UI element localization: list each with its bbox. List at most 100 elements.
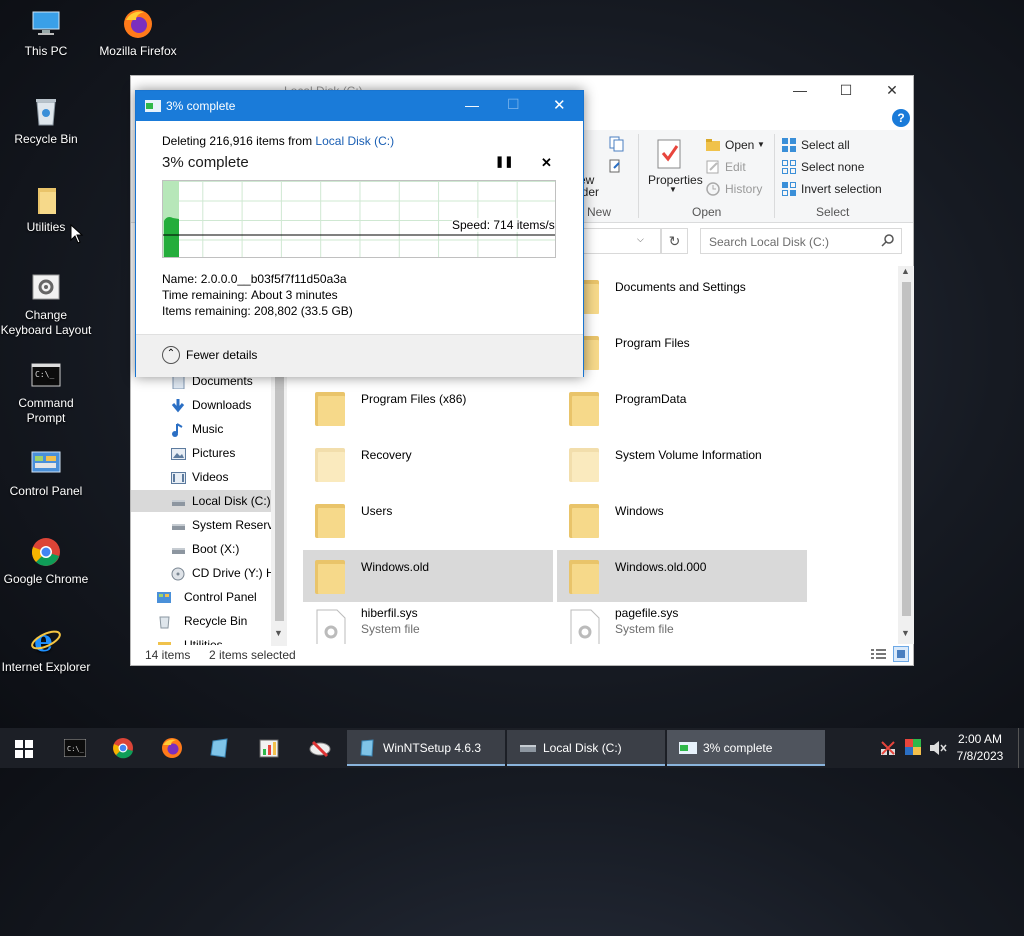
scroll-down-icon[interactable]: ▼: [901, 628, 910, 638]
display-settings-icon[interactable]: [905, 739, 921, 758]
search-box[interactable]: Search Local Disk (C:): [700, 228, 902, 254]
desktop-icon-this-pc[interactable]: This PC: [0, 8, 92, 59]
select-all-button[interactable]: Select all: [801, 138, 850, 152]
address-bar[interactable]: ⌵: [581, 228, 661, 254]
desktop-icon-change-keyboard-layout[interactable]: Change Keyboard Layout: [0, 272, 92, 338]
paste-shortcut-icon[interactable]: [609, 159, 631, 178]
file-item[interactable]: Users: [303, 494, 553, 546]
file-item[interactable]: ProgramData: [557, 382, 807, 434]
desktop-icon-label: Mozilla Firefox: [99, 44, 177, 58]
show-desktop-button[interactable]: [1018, 728, 1024, 768]
running-indicator: [507, 764, 665, 766]
taskbar-firefox[interactable]: [152, 730, 192, 766]
cancel-button[interactable]: ✕: [541, 155, 552, 171]
nav-item-recycle-bin[interactable]: Recycle Bin: [131, 610, 271, 632]
taskbar-chrome[interactable]: [103, 730, 143, 766]
clock-time: 2:00 AM: [957, 732, 1003, 746]
taskbar-command-prompt[interactable]: C:\_: [55, 730, 95, 766]
invert-selection-button[interactable]: Invert selection: [801, 182, 882, 196]
progress-graph: Speed: 714 items/s: [162, 180, 556, 258]
desktop-icon-firefox[interactable]: Mozilla Firefox: [92, 8, 184, 59]
dialog-minimize-button[interactable]: —: [465, 97, 479, 113]
large-icons-view-icon[interactable]: [893, 646, 909, 662]
desktop-icon-google-chrome[interactable]: Google Chrome: [0, 536, 92, 587]
chevron-up-icon: ⌃: [162, 346, 180, 364]
status-selected-count: 2 items selected: [209, 648, 296, 662]
close-icon: ✕: [541, 155, 552, 170]
nav-item-music[interactable]: Music: [131, 418, 271, 440]
deleting-target-link[interactable]: Local Disk (C:): [315, 134, 394, 148]
nav-item-boot-x[interactable]: Boot (X:): [131, 538, 271, 560]
folder-icon: [157, 638, 172, 645]
nav-item-pictures[interactable]: Pictures: [131, 442, 271, 464]
content-scrollbar-thumb[interactable]: [902, 282, 911, 616]
desktop-icon-label: Control Panel: [9, 484, 83, 498]
content-scrollbar[interactable]: ▲ ▼: [898, 266, 914, 644]
file-item-selected[interactable]: Windows.old.000: [557, 550, 807, 602]
svg-text:C:\_: C:\_: [67, 745, 85, 753]
nav-item-videos[interactable]: Videos: [131, 466, 271, 488]
file-item[interactable]: hiberfil.sys System file: [303, 602, 553, 644]
folder-icon: [569, 388, 601, 430]
nav-item-local-disk-c[interactable]: Local Disk (C:): [131, 490, 271, 512]
folder-icon: [315, 500, 347, 542]
details-view-icon[interactable]: [871, 648, 887, 663]
nav-item-system-reserved[interactable]: System Reserve: [131, 514, 271, 536]
start-button[interactable]: [0, 730, 48, 766]
desktop-icon-control-panel[interactable]: Control Panel: [0, 448, 92, 499]
history-button[interactable]: History: [725, 182, 762, 196]
chevron-down-icon[interactable]: ▼: [669, 185, 677, 194]
svg-text:C:\_: C:\_: [35, 370, 54, 379]
maximize-button[interactable]: ☐: [823, 76, 869, 104]
chevron-down-icon[interactable]: ⌵: [637, 234, 644, 245]
chevron-down-icon[interactable]: ▼: [757, 140, 765, 149]
nav-item-utilities[interactable]: Utilities: [131, 634, 271, 645]
help-icon[interactable]: ?: [892, 109, 910, 127]
command-prompt-icon: C:\_: [30, 360, 62, 392]
file-item-selected[interactable]: Windows.old: [303, 550, 553, 602]
desktop-icon-recycle-bin[interactable]: Recycle Bin: [0, 96, 92, 147]
dialog-close-button[interactable]: ✕: [553, 96, 566, 114]
taskbar-button-local-disk[interactable]: Local Disk (C:): [507, 730, 665, 766]
file-item[interactable]: Program Files (x86): [303, 382, 553, 434]
file-item[interactable]: System Volume Information: [557, 438, 807, 490]
select-all-icon: [782, 138, 796, 155]
copy-path-icon[interactable]: [609, 136, 631, 155]
file-item[interactable]: Windows: [557, 494, 807, 546]
select-none-button[interactable]: Select none: [801, 160, 864, 174]
details-block: Name: 2.0.0.0__b03f5f7f11d50a3a Time rem…: [162, 271, 353, 319]
desktop-icon-internet-explorer[interactable]: e Internet Explorer: [0, 624, 92, 675]
properties-icon[interactable]: [656, 138, 684, 173]
minimize-icon: —: [793, 82, 807, 98]
pause-button[interactable]: ❚❚: [495, 155, 513, 171]
taskbar-app-5[interactable]: [249, 730, 289, 766]
invert-selection-icon: [782, 182, 796, 199]
edit-button[interactable]: Edit: [725, 160, 746, 174]
scroll-down-icon[interactable]: ▼: [274, 628, 283, 638]
nav-item-control-panel[interactable]: Control Panel: [131, 586, 271, 608]
recycle-bin-icon: [157, 614, 172, 629]
network-icon[interactable]: [880, 740, 896, 759]
taskbar-app-4[interactable]: [200, 730, 240, 766]
file-item[interactable]: Program Files: [557, 326, 807, 378]
folder-icon: [569, 444, 601, 486]
nav-item-cd-drive-y[interactable]: CD Drive (Y:) H: [131, 562, 271, 584]
scroll-up-icon[interactable]: ▲: [901, 266, 910, 276]
desktop-icon-command-prompt[interactable]: C:\_ Command Prompt: [0, 360, 92, 426]
file-item[interactable]: Documents and Settings: [557, 272, 807, 322]
taskbar-button-progress[interactable]: 3% complete: [667, 730, 825, 766]
nav-item-downloads[interactable]: Downloads: [131, 394, 271, 416]
taskbar-app-6[interactable]: [298, 730, 342, 766]
file-item[interactable]: pagefile.sys System file: [557, 602, 807, 644]
close-button[interactable]: ✕: [869, 76, 915, 104]
drive-icon: [520, 745, 536, 752]
dialog-heading: 3% complete: [162, 154, 249, 171]
refresh-button[interactable]: ↻: [661, 228, 688, 254]
minimize-button[interactable]: —: [777, 76, 823, 104]
dialog-title-bar: 3% complete — ☐ ✕: [136, 91, 583, 121]
volume-muted-icon[interactable]: [929, 740, 947, 759]
taskbar-button-winntsetup[interactable]: WinNTSetup 4.6.3: [347, 730, 505, 766]
file-item[interactable]: Recovery: [303, 438, 553, 490]
open-button[interactable]: Open: [725, 138, 754, 152]
system-clock[interactable]: 2:00 AM 7/8/2023: [952, 731, 1008, 765]
